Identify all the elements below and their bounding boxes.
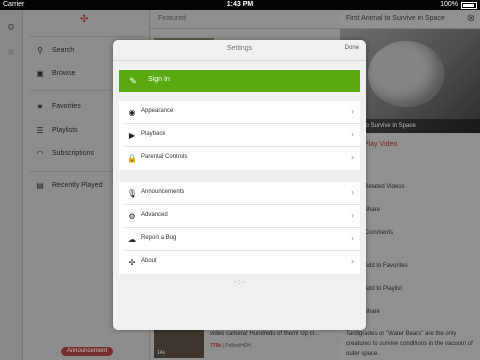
settings-row-label: Report a Bug [141,235,177,241]
settings-group: ◉ Appearance › ▶ Playback › 🔒 Parental C… [119,101,360,170]
settings-row-playback[interactable]: ▶ Playback › [119,124,360,147]
chevron-right-icon: › [351,256,354,266]
settings-row-label: Playback [141,131,166,137]
eye-icon: ◉ [128,108,136,117]
cloud-icon: ☁ [128,235,136,244]
logo-icon: ✣ [128,258,136,267]
chevron-right-icon: › [351,210,354,220]
settings-row-label: Announcements [141,189,185,195]
chevron-right-icon: › [351,129,354,139]
sign-in-button[interactable]: ✎ Sign In [119,70,360,92]
battery-icon [461,1,477,9]
settings-row-report-bug[interactable]: ☁ Report a Bug › [119,228,360,251]
lock-icon: 🔒 [127,154,137,163]
settings-row-announcements[interactable]: 🎙 Announcements › [119,182,360,205]
chevron-right-icon: › [351,152,354,162]
modal-title: Settings [226,45,253,52]
microphone-icon: 🎙 [126,189,138,198]
battery-percent: 100% [440,1,458,8]
chevron-right-icon: › [351,187,354,197]
settings-row-advanced[interactable]: ⚙ Advanced › [119,205,360,228]
clock-label: 1:43 PM [226,1,254,8]
settings-row-label: Parental Controls [141,154,188,160]
settings-row-about[interactable]: ✣ About › [119,251,360,274]
chevron-right-icon: › [351,106,354,116]
status-bar: Carrier 1:43 PM 100% [0,0,480,10]
modal-header: Settings Done [113,40,366,61]
battery-indicator: 100% [440,0,477,10]
settings-row-appearance[interactable]: ◉ Appearance › [119,101,360,124]
settings-group: 🎙 Announcements › ⚙ Advanced › ☁ Report … [119,182,360,274]
gear-icon: ⚙ [128,212,136,221]
settings-row-label: Appearance [141,108,174,114]
settings-modal: Settings Done ✎ Sign In ◉ Appearance › ▶… [113,40,366,330]
edit-icon: ✎ [129,76,137,86]
settings-row-label: Advanced [141,212,168,218]
settings-row-label: About [141,258,157,264]
done-button[interactable]: Done [345,45,359,51]
sign-in-label: Sign In [148,76,170,83]
settings-row-parental-controls[interactable]: 🔒 Parental Controls › [119,147,360,170]
chevron-right-icon: › [351,233,354,243]
play-icon: ▶ [128,131,136,140]
footer-logo-icon: -·:·- [233,279,246,286]
